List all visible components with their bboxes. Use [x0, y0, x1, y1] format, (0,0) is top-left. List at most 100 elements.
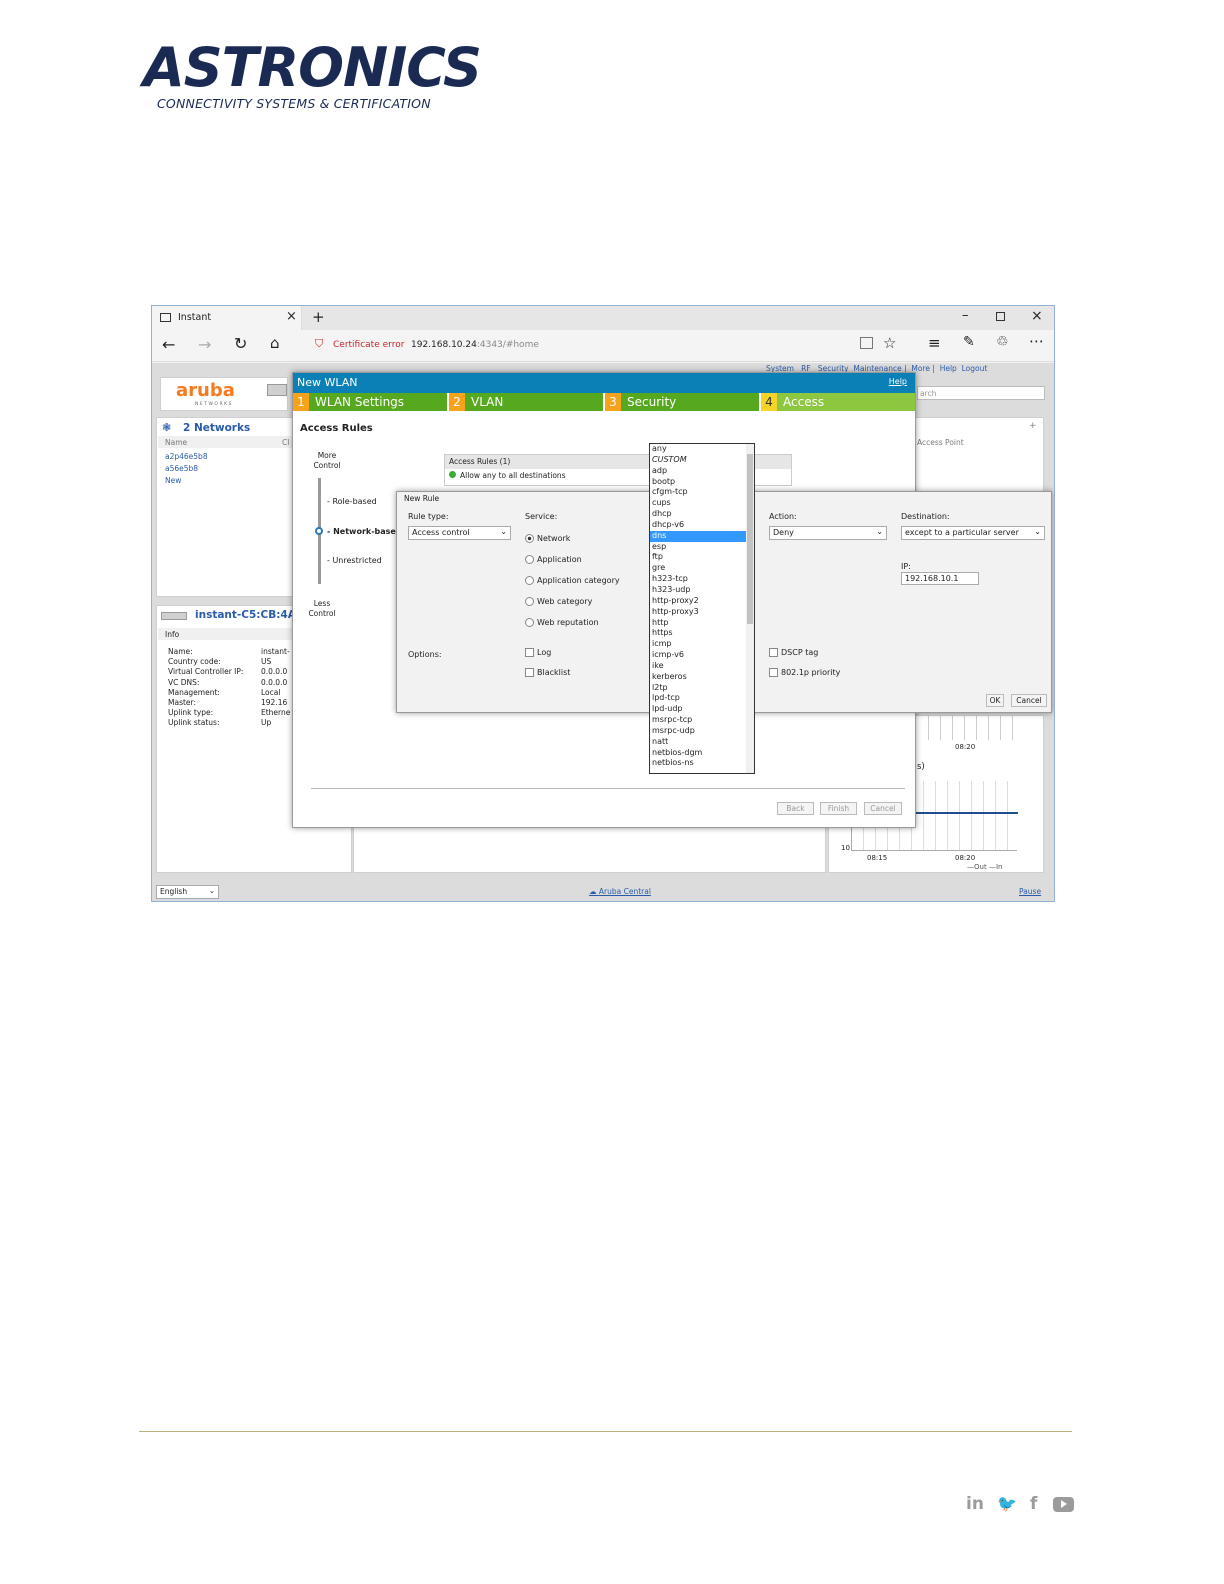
share-icon[interactable]: ♲	[996, 334, 1009, 350]
network-item[interactable]: a56e5b8	[165, 464, 198, 473]
step-security[interactable]: 3 Security	[605, 393, 759, 411]
column-clients[interactable]: Cl	[282, 438, 289, 447]
dropdown-option[interactable]: icmp	[650, 639, 754, 650]
search-input[interactable]: arch	[917, 386, 1045, 400]
nav-logout[interactable]: Logout	[962, 364, 988, 373]
help-link[interactable]: Help	[889, 377, 907, 386]
slider-handle[interactable]	[315, 527, 323, 535]
linkedin-icon[interactable]: in	[966, 1494, 984, 1514]
service-application-radio[interactable]: Application	[525, 549, 620, 570]
dscp-checkbox[interactable]: DSCP tag	[769, 648, 818, 657]
cancel-button[interactable]: Cancel	[1011, 694, 1047, 707]
dropdown-option[interactable]: msrpc-tcp	[650, 715, 754, 726]
dropdown-option[interactable]: l2tp	[650, 683, 754, 694]
step-wlan-settings[interactable]: 1 WLAN Settings	[293, 393, 447, 411]
dropdown-option[interactable]: any	[650, 444, 754, 455]
close-window-icon[interactable]: ×	[1031, 308, 1043, 324]
column-name[interactable]: Name	[165, 438, 187, 447]
level-role-based[interactable]: - Role-based	[327, 497, 377, 506]
level-network-based[interactable]: - Network-based	[327, 527, 402, 536]
dropdown-option[interactable]: kerberos	[650, 672, 754, 683]
youtube-icon[interactable]	[1053, 1497, 1074, 1512]
dropdown-option[interactable]: CUSTOM	[650, 455, 754, 466]
dropdown-option[interactable]: dhcp-v6	[650, 520, 754, 531]
service-app-category-radio[interactable]: Application category	[525, 570, 620, 591]
dropdown-option[interactable]: msrpc-udp	[650, 726, 754, 737]
back-button[interactable]: Back	[777, 802, 814, 815]
scrollbar-thumb[interactable]	[747, 454, 753, 624]
8021p-checkbox[interactable]: 802.1p priority	[769, 668, 840, 677]
dropdown-option[interactable]: bootp	[650, 477, 754, 488]
pause-link[interactable]: Pause	[1019, 887, 1041, 896]
close-tab-icon[interactable]: ×	[286, 309, 297, 324]
step-access[interactable]: 4 Access	[761, 393, 915, 411]
dropdown-option[interactable]: cfgm-tcp	[650, 487, 754, 498]
dropdown-option[interactable]: netbios-dgm	[650, 748, 754, 759]
service-web-category-radio[interactable]: Web category	[525, 591, 620, 612]
forward-icon[interactable]: →	[198, 335, 211, 354]
ip-input[interactable]: 192.168.10.1	[901, 572, 979, 585]
url-input[interactable]: 192.168.10.24:4343/#home	[411, 340, 539, 350]
action-select[interactable]: Deny ⌄	[769, 526, 887, 540]
finish-button[interactable]: Finish	[820, 802, 857, 815]
wizard-cancel-button[interactable]: Cancel	[864, 802, 902, 815]
back-icon[interactable]: ←	[162, 335, 175, 354]
network-item[interactable]: a2p46e5b8	[165, 452, 208, 461]
add-icon[interactable]: +	[1029, 421, 1037, 431]
dropdown-option[interactable]: esp	[650, 542, 754, 553]
cert-error-label[interactable]: Certificate error	[333, 340, 404, 350]
destination-select[interactable]: except to a particular server ⌄	[901, 526, 1045, 540]
favorite-star-icon[interactable]: ☆	[883, 334, 896, 352]
dropdown-option[interactable]: http-proxy2	[650, 596, 754, 607]
more-icon[interactable]: ⋯	[1029, 332, 1044, 350]
level-unrestricted[interactable]: - Unrestricted	[327, 556, 382, 565]
maximize-icon[interactable]	[996, 312, 1005, 321]
dropdown-option[interactable]: h323-tcp	[650, 574, 754, 585]
refresh-icon[interactable]: ↻	[234, 334, 247, 353]
shield-error-icon[interactable]: ⛉	[315, 337, 323, 351]
twitter-icon[interactable]: 🐦	[997, 1494, 1017, 1513]
dropdown-option[interactable]: http	[650, 618, 754, 629]
dropdown-option[interactable]: icmp-v6	[650, 650, 754, 661]
dropdown-option[interactable]: h323-udp	[650, 585, 754, 596]
dropdown-option[interactable]: http-proxy3	[650, 607, 754, 618]
hub-icon[interactable]: ≡	[928, 334, 941, 352]
ok-button[interactable]: OK	[986, 694, 1004, 707]
aruba-app: System RF Security Maintenance | More | …	[152, 363, 1054, 901]
minimize-icon[interactable]: –	[962, 308, 969, 323]
log-checkbox[interactable]: Log	[525, 648, 551, 657]
dropdown-option[interactable]: natt	[650, 737, 754, 748]
service-network-radio[interactable]: Network	[525, 528, 620, 549]
step-vlan[interactable]: 2 VLAN	[449, 393, 603, 411]
service-web-reputation-radio[interactable]: Web reputation	[525, 612, 620, 633]
new-tab-icon[interactable]: +	[312, 308, 325, 326]
home-icon[interactable]: ⌂	[270, 334, 280, 352]
dropdown-scrollbar[interactable]	[746, 444, 754, 773]
language-select[interactable]: English ⌄	[156, 885, 219, 899]
facebook-icon[interactable]: f	[1030, 1494, 1037, 1514]
blacklist-checkbox[interactable]: Blacklist	[525, 668, 570, 677]
info-tab[interactable]: Info	[165, 630, 179, 639]
dropdown-option[interactable]: adp	[650, 466, 754, 477]
dropdown-option[interactable]: dns	[650, 530, 754, 542]
web-note-icon[interactable]: ✎	[963, 334, 975, 350]
dropdown-option[interactable]: gre	[650, 563, 754, 574]
access-point-column[interactable]: Access Point	[917, 438, 964, 447]
info-value: 0.0.0.0	[261, 677, 288, 687]
dropdown-option[interactable]: cups	[650, 498, 754, 509]
dropdown-option[interactable]: lpd-tcp	[650, 693, 754, 704]
nav-help[interactable]: Help	[940, 364, 957, 373]
rule-type-select[interactable]: Access control ⌄	[408, 526, 511, 540]
reading-view-icon[interactable]	[860, 337, 873, 349]
service-dropdown-list[interactable]: any CUSTOM adp bootp cfgm-tcp cups dhcp dhcp-v6…	[649, 443, 755, 774]
service-option: Application	[537, 555, 582, 564]
browser-tab[interactable]: Instant ×	[152, 306, 302, 330]
dropdown-option[interactable]: ike	[650, 661, 754, 672]
new-network-link[interactable]: New	[165, 476, 181, 485]
dropdown-option[interactable]: dhcp	[650, 509, 754, 520]
dropdown-option[interactable]: netbios-ns	[650, 758, 754, 769]
dropdown-option[interactable]: https	[650, 628, 754, 639]
aruba-central-link[interactable]: ☁ Aruba Central	[589, 887, 651, 896]
dropdown-option[interactable]: lpd-udp	[650, 704, 754, 715]
dropdown-option[interactable]: ftp	[650, 552, 754, 563]
